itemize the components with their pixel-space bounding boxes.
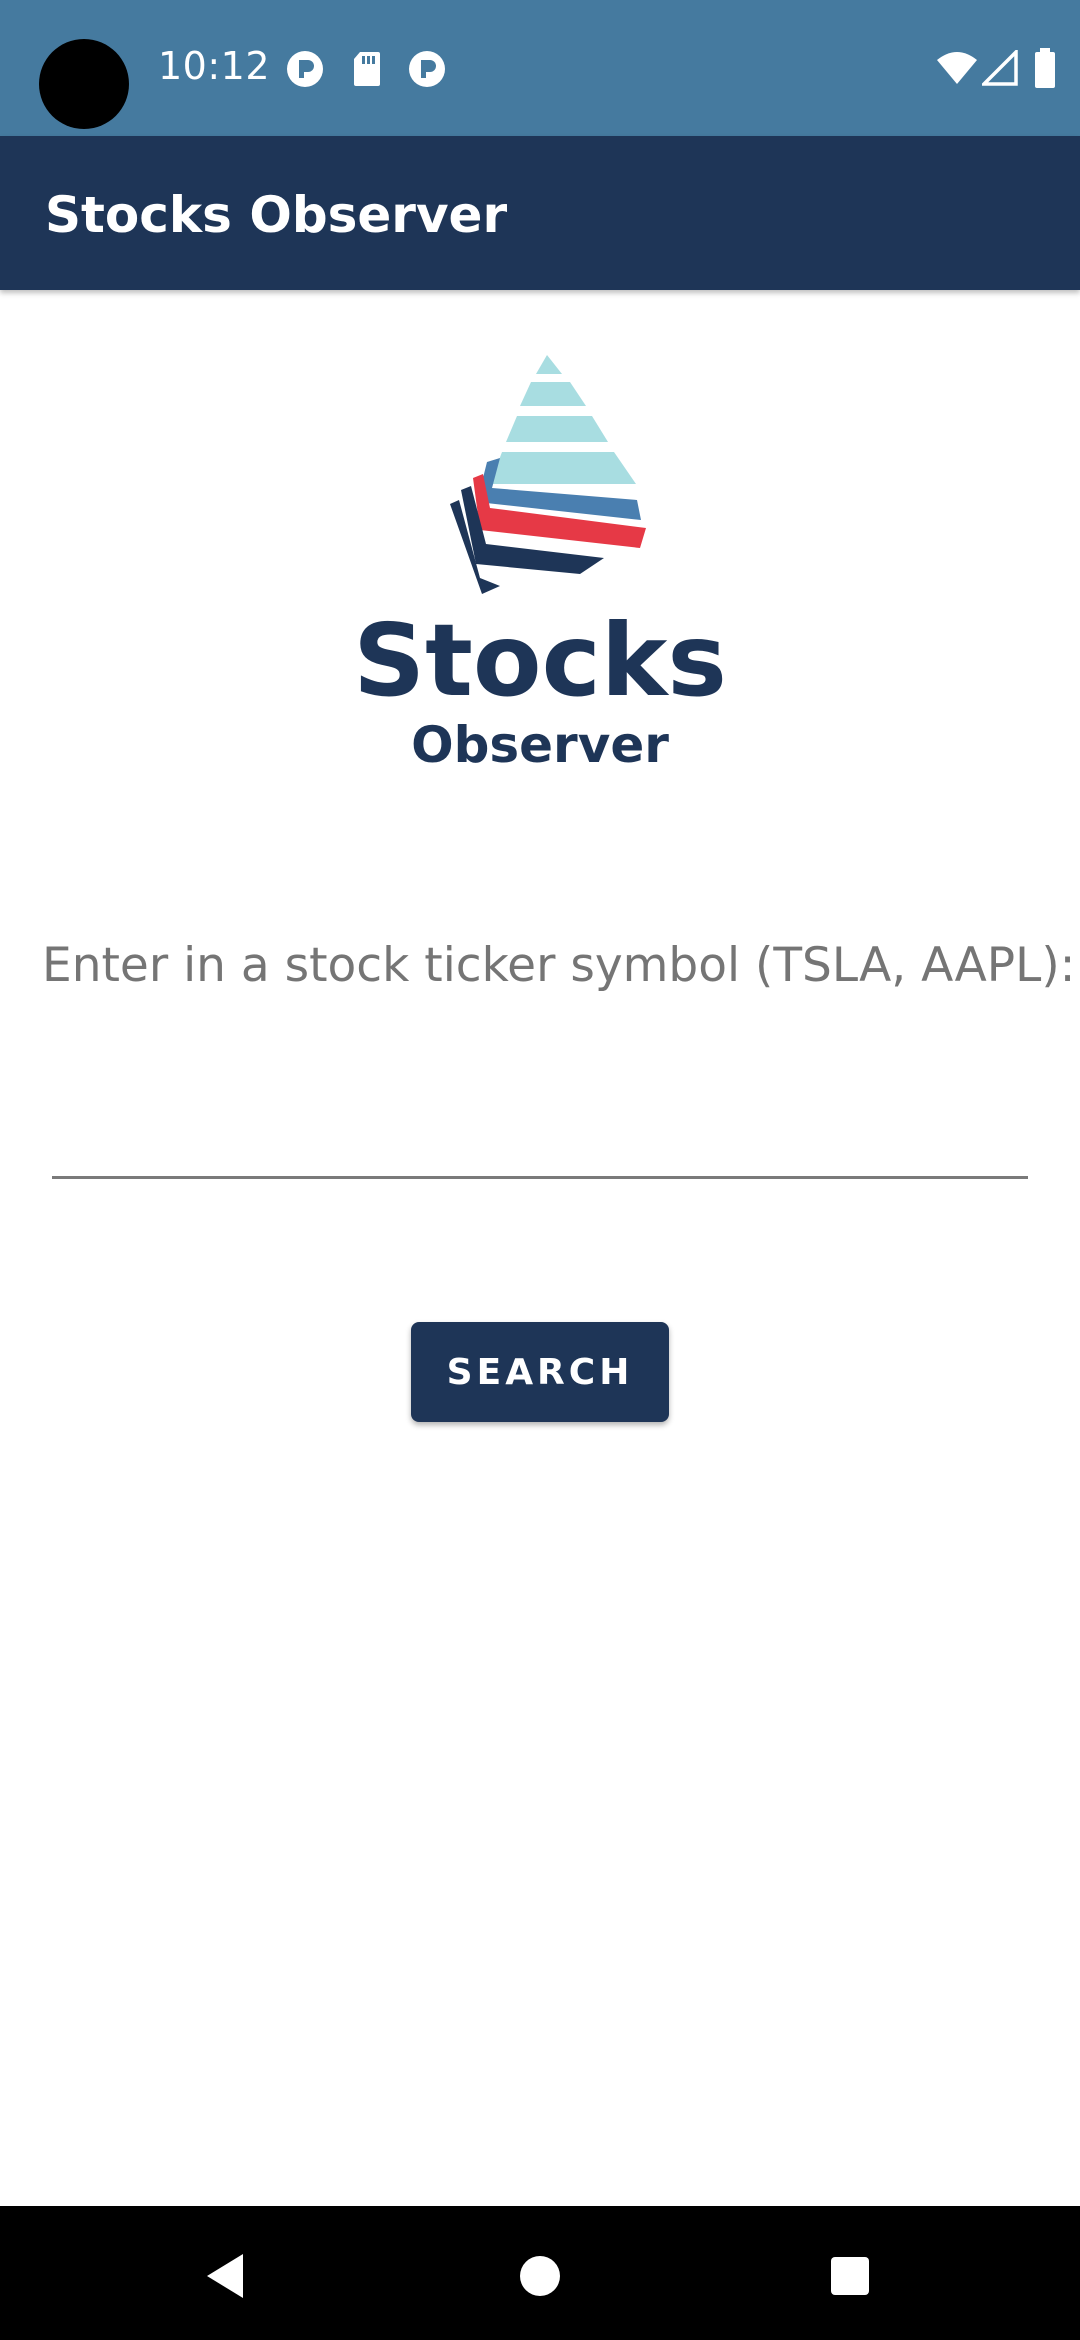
recents-icon[interactable] xyxy=(805,2231,895,2326)
cellular-signal-icon xyxy=(979,47,1018,91)
notification-p-icon xyxy=(408,50,446,93)
stocks-observer-logo: Stocks Observer xyxy=(340,350,740,790)
camera-cutout xyxy=(39,39,129,129)
status-time: 10:12 xyxy=(158,44,271,88)
navigation-bar xyxy=(0,2206,1080,2340)
home-icon[interactable] xyxy=(495,2231,585,2326)
app-bar: Stocks Observer xyxy=(0,136,1080,290)
ticker-input[interactable] xyxy=(52,1080,1028,1179)
logo-wordmark-observer: Observer xyxy=(411,716,669,774)
search-button[interactable]: SEARCH xyxy=(411,1322,669,1422)
sd-card-icon xyxy=(352,50,382,93)
back-icon[interactable] xyxy=(180,2231,270,2326)
status-bar: 10:12 xyxy=(0,0,1080,136)
wifi-icon xyxy=(936,50,978,91)
logo-wordmark-stocks: Stocks xyxy=(353,602,727,719)
notification-p-icon xyxy=(286,50,324,93)
battery-icon xyxy=(1034,48,1056,93)
ticker-prompt-label: Enter in a stock ticker symbol (TSLA, AA… xyxy=(42,938,1076,993)
app-title: Stocks Observer xyxy=(45,186,508,244)
